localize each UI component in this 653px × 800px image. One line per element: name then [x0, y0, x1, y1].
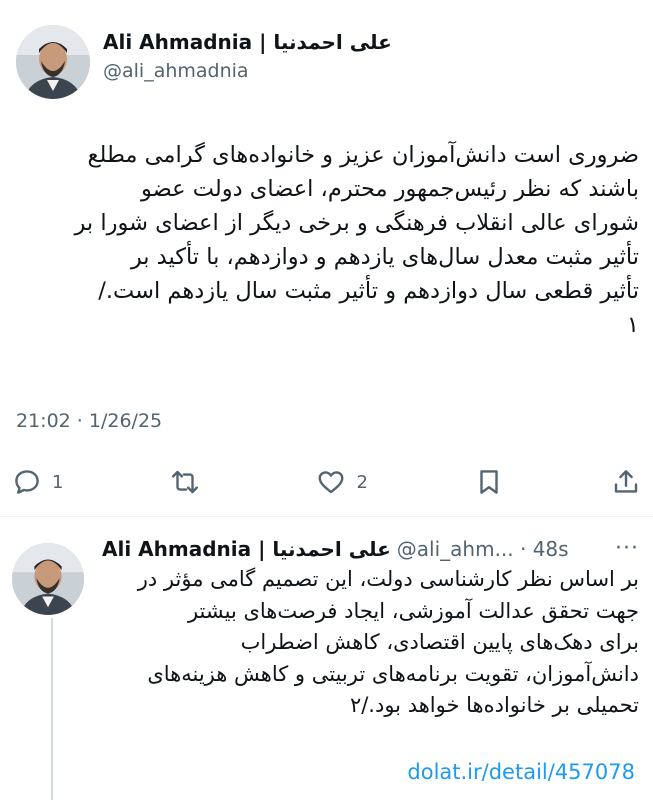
like-button[interactable]: 2: [316, 467, 368, 497]
retweet-icon: [171, 470, 199, 494]
retweet-button[interactable]: [170, 467, 210, 497]
reply-icon: [15, 470, 39, 494]
bookmark-button[interactable]: [474, 467, 504, 497]
bookmark-icon: [480, 470, 499, 494]
share-button[interactable]: [611, 467, 641, 497]
reply-author-name[interactable]: Ali Ahmadnia | علی احمدنیا: [102, 537, 391, 561]
author-handle[interactable]: @ali_ahmadnia: [103, 60, 249, 82]
tweet-actions: 1 2: [12, 462, 641, 502]
author-name[interactable]: Ali Ahmadnia | علی احمدنیا: [103, 30, 392, 54]
avatar[interactable]: [12, 543, 84, 615]
heart-icon: [319, 471, 344, 494]
like-count: 2: [356, 471, 368, 493]
reply-count: 1: [52, 471, 64, 493]
reply-text: بر اساس نظر کارشناسی دولت، این تصمیم گام…: [137, 567, 639, 717]
divider: [0, 516, 653, 517]
tweet-timestamp[interactable]: 21:02 · 1/26/25: [16, 410, 162, 432]
more-options-icon[interactable]: ···: [615, 536, 639, 561]
avatar-image: [16, 25, 90, 99]
reply-link[interactable]: dolat.ir/detail/457078: [407, 760, 635, 784]
reply-handle-time[interactable]: @ali_ahm... · 48s: [397, 537, 569, 561]
reply-header: Ali Ahmadnia | علی احمدنیا @ali_ahm... ·…: [102, 536, 639, 561]
tweet-text: ضروری است دانش‌آموزان عزیز و خانواده‌های…: [74, 142, 640, 338]
reply-button[interactable]: 1: [12, 467, 63, 497]
avatar-image: [12, 543, 84, 615]
share-icon: [614, 470, 638, 493]
avatar[interactable]: [16, 25, 90, 99]
thread-line: [51, 618, 53, 800]
